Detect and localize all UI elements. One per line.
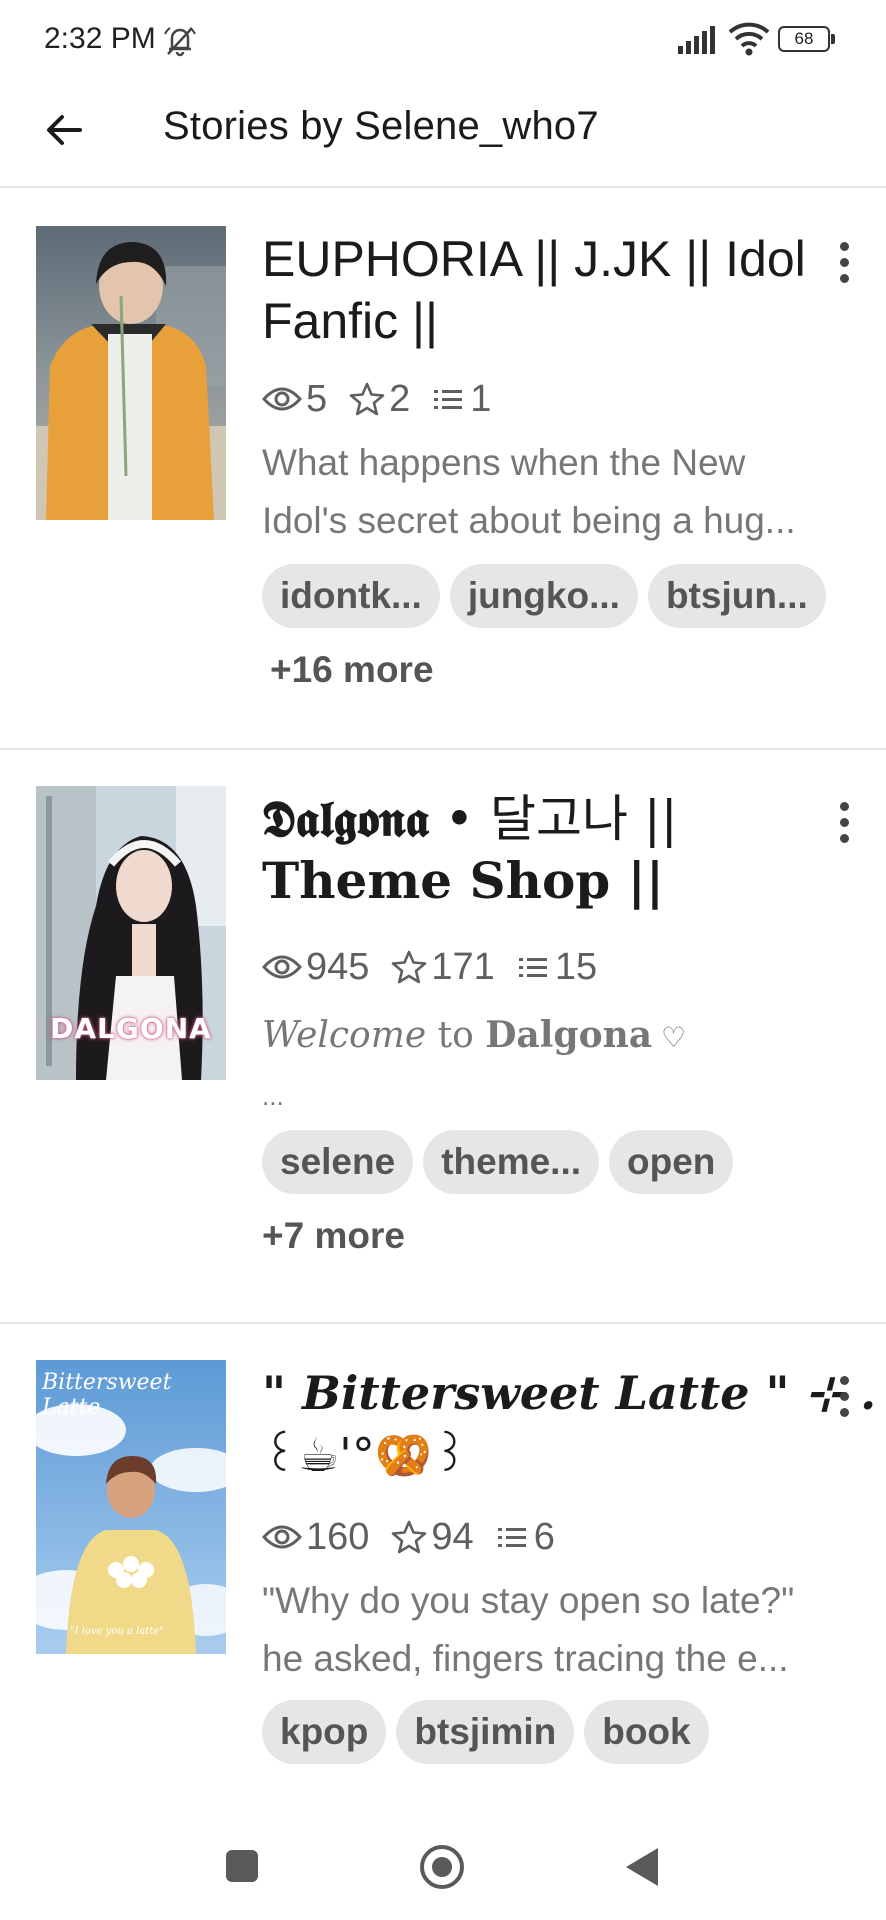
tag-chip[interactable]: selene [262, 1130, 414, 1194]
story-stats: 160 94 6 [262, 1512, 577, 1562]
more-tags-link[interactable]: +16 more [270, 638, 434, 702]
status-bar: 2:32 PM 68 [0, 0, 886, 80]
heart-icon: ♡ [652, 1021, 687, 1054]
description-italic: Welcome [262, 1015, 427, 1056]
cover-title: Bittersweet Latte [42, 1370, 172, 1420]
mute-bell-icon [164, 27, 196, 57]
parts-count: 1 [470, 377, 492, 420]
parts-stat: 15 [517, 946, 597, 989]
story-more-button[interactable] [820, 232, 868, 292]
votes-stat: 2 [349, 378, 410, 421]
title-line1: " Bittersweet Latte " ⊹ . ‹ [262, 1366, 886, 1420]
reads-stat: 945 [262, 946, 369, 989]
parts-count: 6 [533, 1515, 555, 1558]
story-tags: idontk... jungko... btsjun... +16 more [262, 564, 862, 712]
star-icon [349, 382, 385, 416]
story-more-button[interactable] [820, 1366, 868, 1426]
system-nav-bar [0, 1810, 886, 1920]
story-title[interactable]: EUPHORIA || J.JK || Idol Fanfic || [262, 228, 822, 352]
battery-level: 68 [778, 26, 830, 52]
description-line: "Why do you stay open so late?" [262, 1580, 795, 1621]
story-cover-image[interactable]: DALGONA [36, 786, 226, 1080]
parts-stat: 6 [496, 1516, 555, 1559]
story-card[interactable]: DALGONA 𝕯𝖆𝖑𝖌𝖔𝖓𝖆 • 달고나 || Theme Shop || 9… [0, 750, 886, 1324]
story-stats: 5 2 1 [262, 374, 513, 424]
votes-count: 171 [431, 945, 495, 988]
cover-text: DALGONA [50, 1012, 212, 1045]
tag-chip[interactable]: btsjun... [647, 564, 826, 628]
description-line: Idol's secret about being a hug... [262, 500, 796, 541]
cover-caption: "I love you a latte" [70, 1626, 164, 1637]
story-description[interactable]: What happens when the New Idol's secret … [262, 434, 862, 550]
description-line: he asked, fingers tracing the e... [262, 1638, 789, 1679]
title-styled: 𝕯𝖆𝖑𝖌𝖔𝖓𝖆 [262, 789, 429, 848]
status-time: 2:32 PM [44, 22, 156, 55]
title-rest: • 달고나 || [428, 790, 678, 848]
story-list[interactable]: EUPHORIA || J.JK || Idol Fanfic || 5 2 1… [0, 190, 886, 1810]
description-line: ... [262, 1081, 284, 1111]
back-button[interactable] [34, 100, 94, 160]
system-back-button[interactable] [626, 1848, 658, 1886]
story-title[interactable]: 𝕯𝖆𝖑𝖌𝖔𝖓𝖆 • 달고나 || Theme Shop || [262, 788, 822, 912]
story-description[interactable]: Welcome to Dalgona ♡ ... [262, 1006, 862, 1125]
reads-count: 945 [306, 945, 370, 988]
reads-count: 160 [306, 1515, 370, 1558]
tag-chip[interactable]: open [609, 1130, 734, 1194]
description-line: What happens when the New [262, 442, 746, 483]
wifi-icon [728, 22, 770, 56]
tag-chip[interactable]: idontk... [262, 564, 440, 628]
story-card[interactable]: EUPHORIA || J.JK || Idol Fanfic || 5 2 1… [0, 190, 886, 750]
story-stats: 945 171 15 [262, 942, 619, 992]
tag-chip[interactable]: btsjimin [396, 1700, 575, 1764]
more-tags-link[interactable]: +7 more [262, 1204, 405, 1268]
eye-icon [262, 387, 302, 411]
list-icon [434, 390, 463, 409]
story-tags: selene theme... open +7 more [262, 1130, 862, 1278]
parts-count: 15 [554, 945, 598, 988]
recents-button[interactable] [226, 1850, 258, 1882]
reads-stat: 5 [262, 378, 327, 421]
more-vert-icon [839, 241, 849, 251]
signal-icon [678, 26, 715, 54]
eye-icon [262, 955, 302, 979]
story-card[interactable]: Bittersweet Latte "I love you a latte" "… [0, 1324, 886, 1810]
tag-chip[interactable]: book [584, 1700, 709, 1764]
app-bar: Stories by Selene_who7 [0, 80, 886, 188]
votes-count: 2 [389, 377, 411, 420]
description-bold: Dalgona [485, 1014, 653, 1056]
story-tags: kpop btsjimin book [262, 1700, 862, 1774]
votes-count: 94 [431, 1515, 474, 1558]
tag-chip[interactable]: kpop [262, 1700, 387, 1764]
story-cover-image[interactable]: Bittersweet Latte "I love you a latte" [36, 1360, 226, 1654]
battery-icon: 68 [778, 26, 836, 52]
story-cover-image[interactable] [36, 226, 226, 520]
list-icon [497, 1528, 526, 1547]
back-arrow-icon [47, 115, 82, 145]
story-more-button[interactable] [820, 792, 868, 852]
list-icon [518, 958, 547, 977]
votes-stat: 94 [391, 1515, 474, 1559]
reads-stat: 160 [262, 1516, 369, 1559]
story-description[interactable]: "Why do you stay open so late?" he asked… [262, 1572, 862, 1688]
reads-count: 5 [306, 377, 328, 420]
story-title[interactable]: " Bittersweet Latte " ⊹ . ‹ ꒰☕'°🥨꒱ [262, 1362, 886, 1486]
eye-icon [262, 1525, 302, 1549]
title-line2: ꒰☕'°🥨꒱ [262, 1428, 469, 1482]
star-icon [392, 950, 427, 984]
more-vert-icon [839, 1375, 849, 1385]
tag-chip[interactable]: jungko... [449, 564, 638, 628]
star-icon [392, 1520, 427, 1554]
title-line2: Theme Shop || [262, 851, 665, 910]
votes-stat: 171 [391, 945, 495, 989]
tag-chip[interactable]: theme... [423, 1130, 600, 1194]
page-title: Stories by Selene_who7 [163, 104, 599, 148]
description-mid: to [426, 1015, 486, 1056]
home-button[interactable] [420, 1845, 464, 1889]
parts-stat: 1 [432, 378, 491, 421]
more-vert-icon [839, 801, 849, 811]
